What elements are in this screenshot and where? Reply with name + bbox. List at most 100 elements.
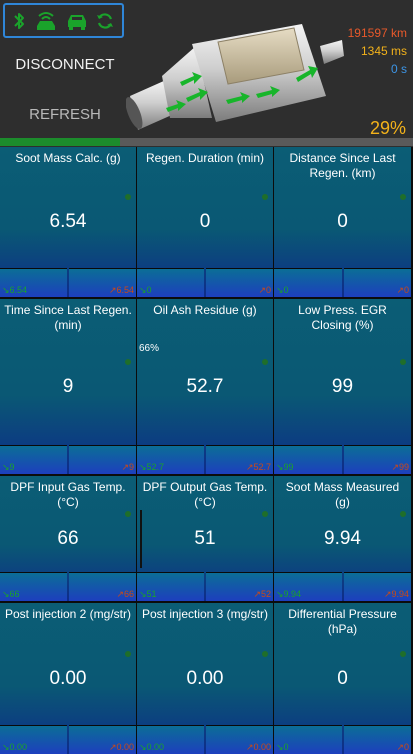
- tile-title: DPF Input Gas Temp. (°C): [10, 480, 126, 509]
- status-dot-icon: [400, 510, 406, 517]
- min-max-bar: ↘9.94 ↗9.94: [274, 572, 411, 601]
- latency-readout: 1345 ms: [360, 44, 407, 58]
- min-value: ↘9: [2, 462, 15, 472]
- max-cell: ↗66: [69, 572, 136, 601]
- tile-regen-duration[interactable]: Regen. Duration (min) 0 ↘0 ↗0: [137, 147, 273, 297]
- tile-title: Regen. Duration (min): [145, 151, 265, 165]
- min-cell: ↘0: [274, 268, 342, 297]
- tile-distance-since-regen[interactable]: Distance Since Last Regen. (km) 0 ↘0 ↗0: [274, 147, 411, 297]
- max-value: ↗0: [258, 285, 271, 295]
- min-cell: ↘9: [0, 445, 67, 474]
- min-value: ↘0: [276, 285, 289, 295]
- min-value: ↘9.94: [276, 589, 302, 599]
- elapsed-readout: 0 s: [390, 62, 407, 76]
- min-max-bar: ↘52.7 ↗52.7: [137, 445, 273, 474]
- tile-title: Soot Mass Measured (g): [285, 480, 400, 509]
- max-cell: ↗52.7: [206, 445, 273, 474]
- min-value: ↘6.54: [2, 285, 28, 295]
- max-cell: ↗9.94: [343, 572, 411, 601]
- max-value: ↗0.00: [245, 742, 271, 752]
- status-dot-icon: [400, 358, 406, 365]
- max-cell: ↗0: [343, 268, 411, 297]
- disconnect-button[interactable]: DISCONNECT: [6, 56, 124, 78]
- tile-value: 0: [199, 211, 211, 232]
- tile-dpf-input-temp[interactable]: DPF Input Gas Temp. (°C) 66 ↘66 ↗66: [0, 476, 136, 601]
- max-cell: ↗99: [343, 445, 411, 474]
- min-value: ↘0.00: [139, 742, 165, 752]
- tile-soot-mass-calc[interactable]: Soot Mass Calc. (g) 6.54 ↘6.54 ↗6.54: [0, 147, 136, 297]
- tile-value: 0: [337, 667, 348, 689]
- min-max-bar: ↘9 ↗9: [0, 445, 136, 474]
- header-panel: DISCONNECT REFRESH 191597 km 1345 ms 0 s…: [0, 0, 413, 147]
- max-value: ↗0: [396, 742, 409, 752]
- min-value: ↘51: [139, 589, 157, 599]
- max-value: ↗52.7: [245, 462, 271, 472]
- min-value: ↘0: [276, 742, 289, 752]
- min-max-bar: ↘51 ↗52: [137, 572, 273, 601]
- tile-differential-pressure[interactable]: Differential Pressure (hPa) 0 ↘0 ↗0: [274, 603, 411, 754]
- tile-title: Soot Mass Calc. (g): [15, 151, 121, 165]
- status-dot-icon: [262, 510, 268, 517]
- max-cell: ↗9: [69, 445, 136, 474]
- regen-percent: 29%: [369, 118, 406, 138]
- tile-title: Post injection 3 (mg/str): [141, 607, 269, 621]
- status-dot-icon: [262, 650, 268, 657]
- min-value: ↘99: [276, 462, 294, 472]
- sync-icon: [96, 12, 113, 29]
- tile-oil-ash-residue[interactable]: Oil Ash Residue (g) 66% 52.7 ↘52.7 ↗52.7: [137, 299, 273, 474]
- max-value: ↗99: [391, 462, 409, 472]
- status-dot-icon: [125, 650, 131, 657]
- max-cell: ↗52: [206, 572, 273, 601]
- max-value: ↗6.54: [108, 285, 134, 295]
- fill-percent-label: 66%: [139, 343, 160, 354]
- tile-dpf-output-temp[interactable]: DPF Output Gas Temp. (°C) 51 ↘51 ↗52: [137, 476, 273, 601]
- mileage-readout: 191597 km: [347, 26, 407, 40]
- min-cell: ↘6.54: [0, 268, 67, 297]
- car-icon: [67, 14, 86, 30]
- max-value: ↗0: [396, 285, 409, 295]
- tile-title: DPF Output Gas Temp. (°C): [142, 480, 268, 509]
- max-value: ↗9.94: [383, 589, 409, 599]
- tile-title: Differential Pressure (hPa): [288, 607, 397, 636]
- tile-value: 99: [331, 375, 354, 397]
- tile-soot-mass-measured[interactable]: Soot Mass Measured (g) 9.94 ↘9.94 ↗9.94: [274, 476, 411, 601]
- connection-status-bar[interactable]: [3, 3, 124, 38]
- sensor-grid: Soot Mass Calc. (g) 6.54 ↘6.54 ↗6.54 Reg…: [0, 147, 413, 754]
- max-cell: ↗6.54: [69, 268, 136, 297]
- status-dot-icon: [125, 510, 131, 517]
- refresh-button[interactable]: REFRESH: [6, 106, 124, 128]
- min-max-bar: ↘0 ↗0: [274, 268, 411, 297]
- max-value: ↗66: [116, 589, 134, 599]
- max-value: ↗52: [253, 589, 271, 599]
- tile-time-since-regen[interactable]: Time Since Last Regen. (min) 9 ↘9 ↗9: [0, 299, 136, 474]
- min-max-bar: ↘0 ↗0: [137, 268, 273, 297]
- min-value: ↘0: [139, 285, 152, 295]
- tile-title: Time Since Last Regen. (min): [4, 303, 132, 332]
- tile-title: Low Press. EGR Closing (%): [298, 303, 387, 332]
- tile-value: 9.94: [324, 527, 361, 549]
- min-max-bar: ↘99 ↗99: [274, 445, 411, 474]
- min-value: ↘52.7: [139, 462, 165, 472]
- tile-post-injection-3[interactable]: Post injection 3 (mg/str) 0.00 ↘0.00 ↗0.…: [137, 603, 273, 754]
- min-cell: ↘99: [274, 445, 342, 474]
- max-value: ↗0.00: [108, 742, 134, 752]
- status-dot-icon: [262, 358, 268, 365]
- min-cell: ↘51: [137, 572, 204, 601]
- regen-progress-bar: [0, 138, 413, 146]
- tile-value: 51: [194, 527, 216, 549]
- tile-value: 52.7: [186, 375, 224, 397]
- status-dot-icon: [125, 194, 131, 200]
- status-dot-icon: [400, 650, 406, 657]
- tile-post-injection-2[interactable]: Post injection 2 (mg/str) 0.00 ↘0.00 ↗0.…: [0, 603, 136, 754]
- min-cell: ↘9.94: [274, 572, 342, 601]
- min-max-bar: ↘66 ↗66: [0, 572, 136, 601]
- tile-value: 0.00: [186, 667, 224, 689]
- tile-low-press-egr[interactable]: Low Press. EGR Closing (%) 99 ↘99 ↗99: [274, 299, 411, 474]
- bluetooth-icon: [14, 12, 25, 29]
- min-cell: ↘0: [137, 268, 204, 297]
- dpf-filter-illustration: [126, 24, 344, 130]
- max-value: ↗9: [121, 462, 134, 472]
- max-cell: ↗0: [206, 268, 273, 297]
- min-value: ↘0.00: [2, 742, 28, 752]
- min-cell: ↘52.7: [137, 445, 204, 474]
